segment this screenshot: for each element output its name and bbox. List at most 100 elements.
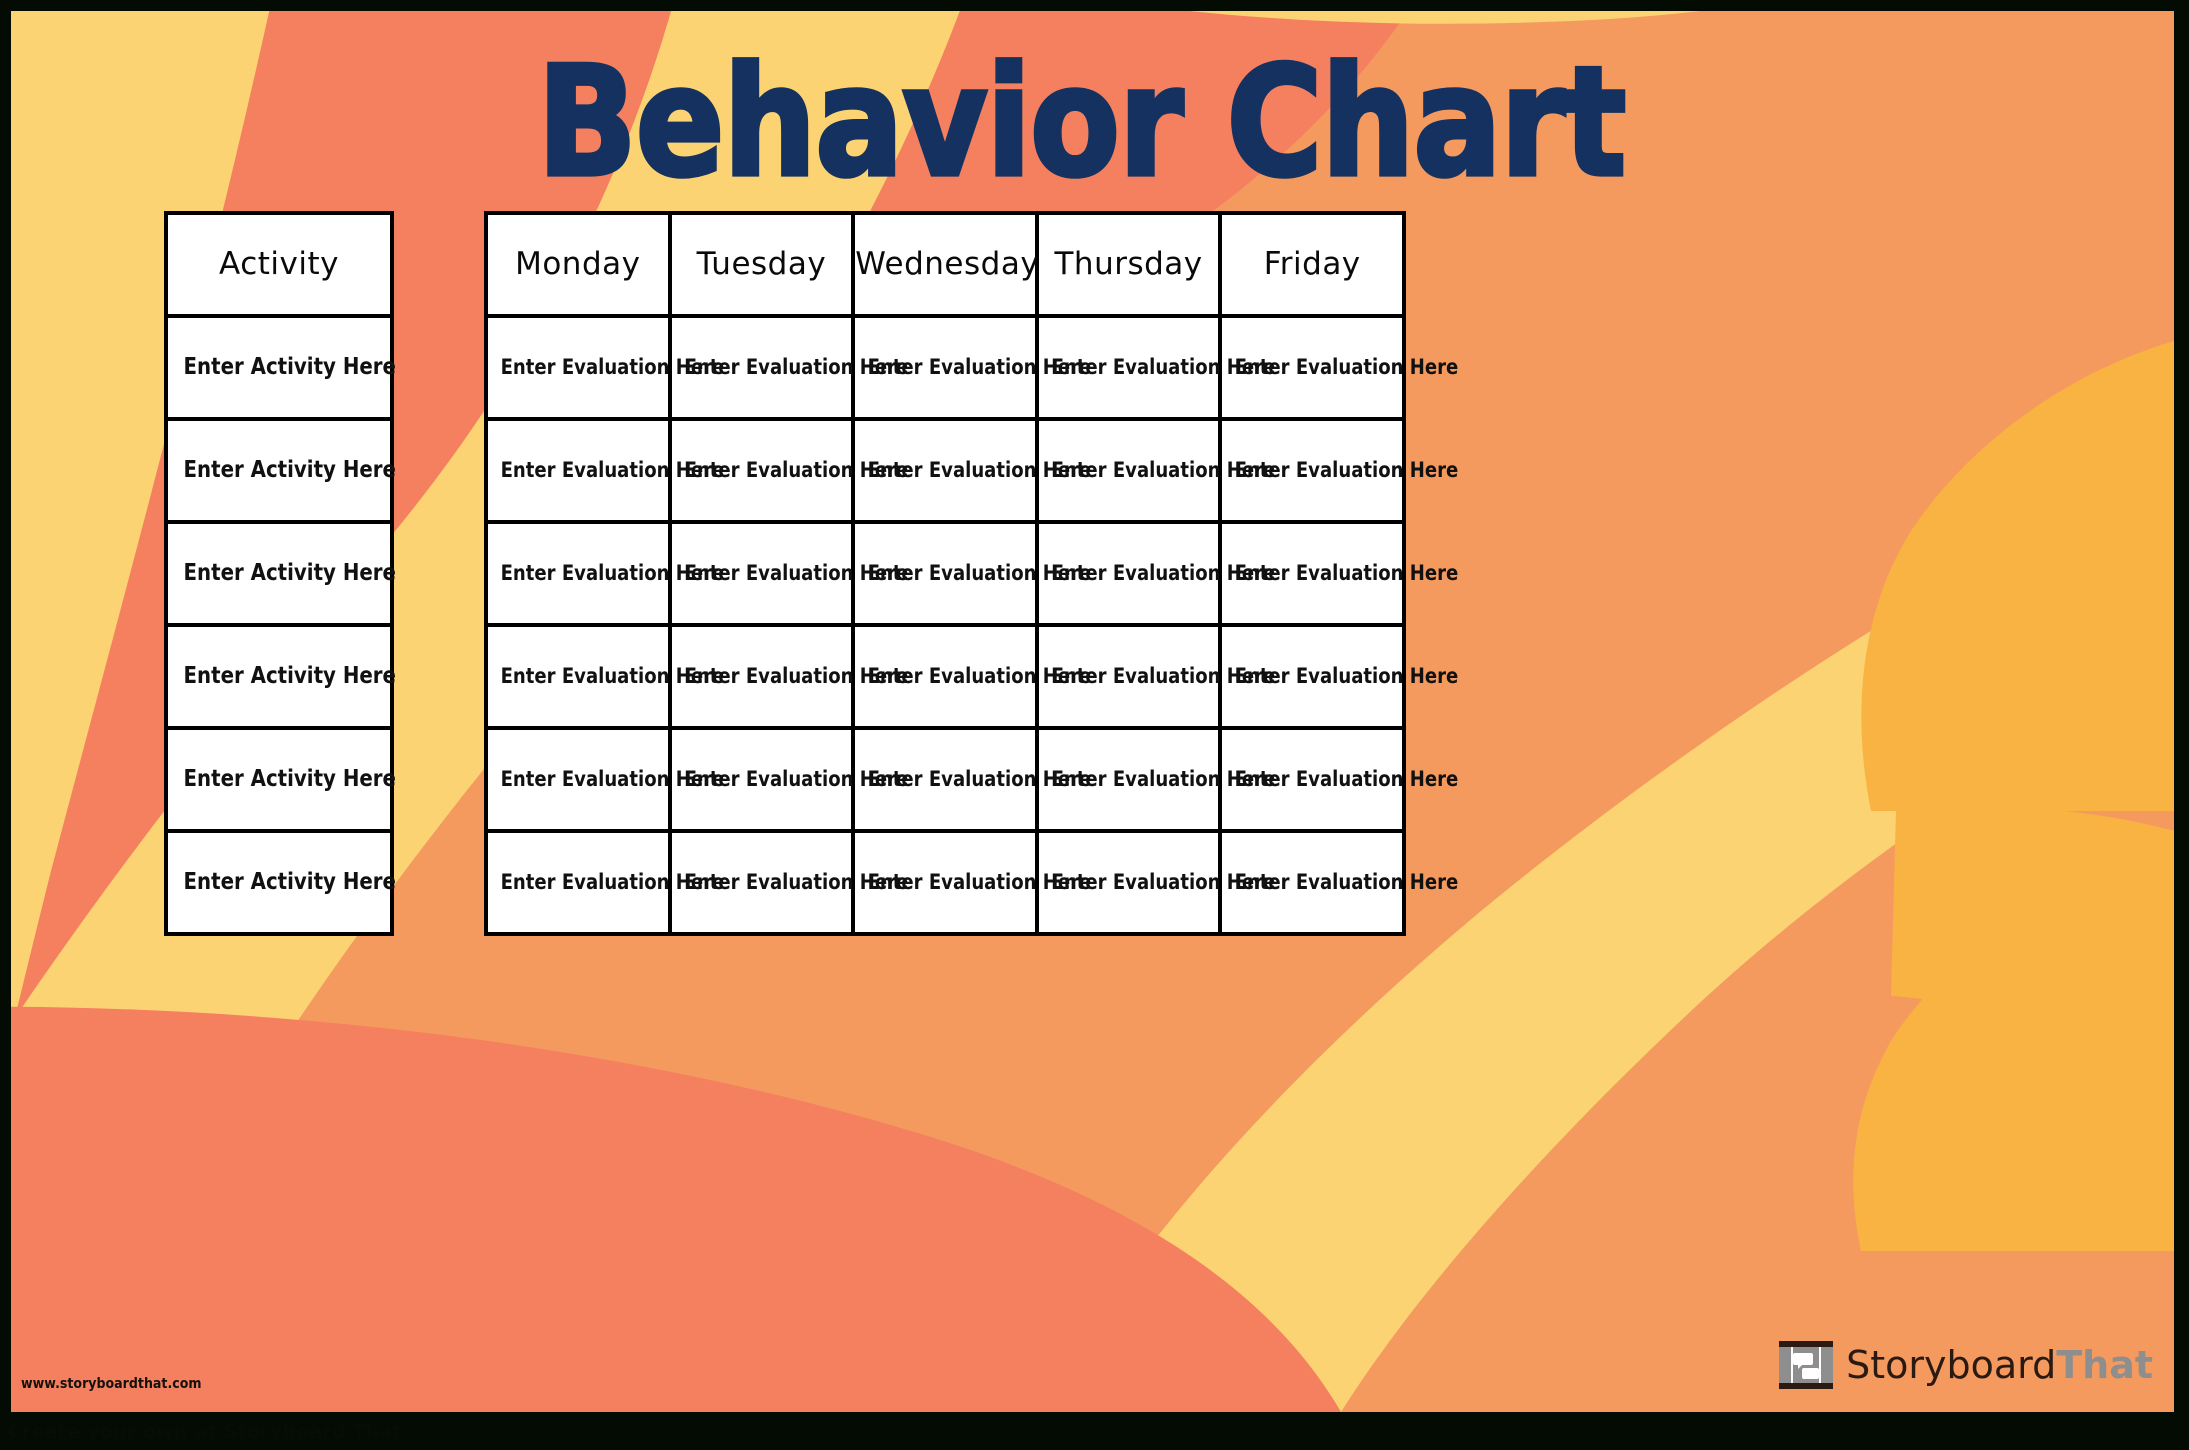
evaluation-cell-label: Enter Evaluation Here [1051,355,1276,379]
activity-table: Activity Enter Activity Here Enter Activ… [164,211,396,936]
activity-cell[interactable]: Enter Activity Here [164,417,396,524]
day-header-cell-tuesday[interactable]: Tuesday [667,211,856,318]
evaluation-cell[interactable]: Enter Evaluation Here [1034,726,1276,833]
evaluation-cell[interactable]: Enter Evaluation Here [851,829,1091,936]
day-header-label: Friday [1263,246,1361,282]
day-header-label: Tuesday [696,246,827,282]
evaluation-cell[interactable]: Enter Evaluation Here [851,726,1091,833]
logo-word-that: That [2056,1343,2153,1387]
evaluation-cell-label: Enter Evaluation Here [1051,561,1276,585]
evaluation-cell-label: Enter Evaluation Here [684,767,908,791]
evaluation-cell[interactable]: Enter Evaluation Here [1034,623,1276,730]
evaluation-cell[interactable]: Enter Evaluation Here [667,520,908,627]
logo-wordmark: StoryboardThat [1846,1346,2153,1384]
activity-cell-label: Enter Activity Here [183,869,396,895]
evaluation-cell[interactable]: Enter Evaluation Here [484,417,725,524]
table-header-row: Monday Tuesday Wednesday Thursday Friday [484,211,1406,318]
day-header-cell-friday[interactable]: Friday [1218,211,1406,318]
evaluation-cell-label: Enter Evaluation Here [500,664,725,688]
days-table: Monday Tuesday Wednesday Thursday Friday… [484,211,1459,936]
activity-cell[interactable]: Enter Activity Here [164,520,396,627]
evaluation-cell[interactable]: Enter Evaluation Here [667,417,908,524]
evaluation-cell-label: Enter Evaluation Here [500,458,725,482]
evaluation-cell-label: Enter Evaluation Here [684,458,908,482]
evaluation-cell-label: Enter Evaluation Here [1234,664,1459,688]
evaluation-cell[interactable]: Enter Evaluation Here [1218,417,1459,524]
evaluation-cell-label: Enter Evaluation Here [1051,870,1276,894]
evaluation-cell-label: Enter Evaluation Here [500,767,725,791]
poster-canvas: Behavior Chart Activity Enter Activity H… [0,0,2189,1450]
table-row: Enter Activity Here [164,829,396,936]
evaluation-cell[interactable]: Enter Evaluation Here [1218,314,1459,421]
evaluation-cell[interactable]: Enter Evaluation Here [851,314,1092,421]
table-row: Enter Evaluation Here Enter Evaluation H… [484,829,1459,936]
activity-cell-label: Enter Activity Here [183,560,396,586]
day-header-label: Thursday [1054,246,1203,282]
activity-cell[interactable]: Enter Activity Here [164,829,396,936]
activity-header-cell[interactable]: Activity [164,211,394,318]
table-row: Enter Evaluation Here Enter Evaluation H… [484,417,1459,524]
evaluation-cell[interactable]: Enter Evaluation Here [484,623,725,730]
bottom-caption-label: Create your own at Storyboard That [8,1421,402,1443]
evaluation-cell-label: Enter Evaluation Here [684,870,908,894]
evaluation-cell-label: Enter Evaluation Here [1051,767,1276,791]
activity-cell[interactable]: Enter Activity Here [164,314,396,421]
storyboardthat-logo: StoryboardThat [1778,1340,2153,1390]
table-row: Enter Activity Here [164,726,396,833]
evaluation-cell[interactable]: Enter Evaluation Here [851,623,1092,730]
evaluation-cell[interactable]: Enter Evaluation Here [667,623,908,730]
evaluation-cell[interactable]: Enter Evaluation Here [1218,520,1459,627]
table-row: Enter Evaluation Here Enter Evaluation H… [484,314,1459,421]
site-url-label: www.storyboardthat.com [21,1376,202,1392]
evaluation-cell-label: Enter Evaluation Here [500,355,725,379]
evaluation-cell[interactable]: Enter Evaluation Here [484,520,725,627]
evaluation-cell[interactable]: Enter Evaluation Here [1034,829,1276,936]
evaluation-cell-label: Enter Evaluation Here [1051,458,1276,482]
evaluation-cell[interactable]: Enter Evaluation Here [1034,520,1276,627]
activity-header-label: Activity [219,246,339,282]
table-row: Enter Activity Here [164,520,396,627]
activity-cell[interactable]: Enter Activity Here [164,623,396,730]
evaluation-cell[interactable]: Enter Evaluation Here [1034,417,1276,524]
table-row: Enter Evaluation Here Enter Evaluation H… [484,726,1459,833]
evaluation-cell-label: Enter Evaluation Here [500,561,725,585]
activity-cell-label: Enter Activity Here [183,457,396,483]
evaluation-cell-label: Enter Evaluation Here [1051,664,1276,688]
table-header-row: Activity [164,211,394,318]
day-header-label: Monday [515,246,641,282]
evaluation-cell[interactable]: Enter Evaluation Here [484,726,725,833]
day-header-cell-thursday[interactable]: Thursday [1034,211,1223,318]
table-row: Enter Activity Here [164,417,396,524]
evaluation-cell[interactable]: Enter Evaluation Here [851,417,1092,524]
evaluation-cell-label: Enter Evaluation Here [684,664,908,688]
day-header-cell-wednesday[interactable]: Wednesday [851,211,1040,318]
evaluation-cell-label: Enter Evaluation Here [867,561,1092,585]
evaluation-cell-label: Enter Evaluation Here [684,355,908,379]
evaluation-cell-label: Enter Evaluation Here [1234,458,1459,482]
table-row: Enter Evaluation Here Enter Evaluation H… [484,520,1459,627]
evaluation-cell[interactable]: Enter Evaluation Here [1218,829,1459,936]
evaluation-cell[interactable]: Enter Evaluation Here [851,520,1092,627]
evaluation-cell[interactable]: Enter Evaluation Here [1034,314,1276,421]
evaluation-cell[interactable]: Enter Evaluation Here [667,829,908,936]
activity-cell-label: Enter Activity Here [183,663,396,689]
logo-icon-svg [1779,1341,1834,1389]
evaluation-cell[interactable]: Enter Evaluation Here [1218,623,1459,730]
evaluation-cell-label: Enter Evaluation Here [867,355,1092,379]
evaluation-cell[interactable]: Enter Evaluation Here [667,314,908,421]
evaluation-cell[interactable]: Enter Evaluation Here [484,829,724,936]
table-row: Enter Activity Here [164,623,396,730]
evaluation-cell[interactable]: Enter Evaluation Here [1218,726,1459,833]
filmstrip-speech-bubble-icon [1778,1340,1834,1390]
evaluation-cell[interactable]: Enter Evaluation Here [484,314,725,421]
evaluation-cell[interactable]: Enter Evaluation Here [667,726,908,833]
page-title-container: Behavior Chart [0,45,2163,201]
evaluation-cell-label: Enter Evaluation Here [867,664,1092,688]
evaluation-cell-label: Enter Evaluation Here [1234,767,1459,791]
table-row: Enter Activity Here [164,314,396,421]
activity-cell[interactable]: Enter Activity Here [164,726,396,833]
day-header-label: Wednesday [855,246,1040,282]
activity-cell-label: Enter Activity Here [183,766,396,792]
evaluation-cell-label: Enter Evaluation Here [867,458,1092,482]
day-header-cell-monday[interactable]: Monday [484,211,672,318]
